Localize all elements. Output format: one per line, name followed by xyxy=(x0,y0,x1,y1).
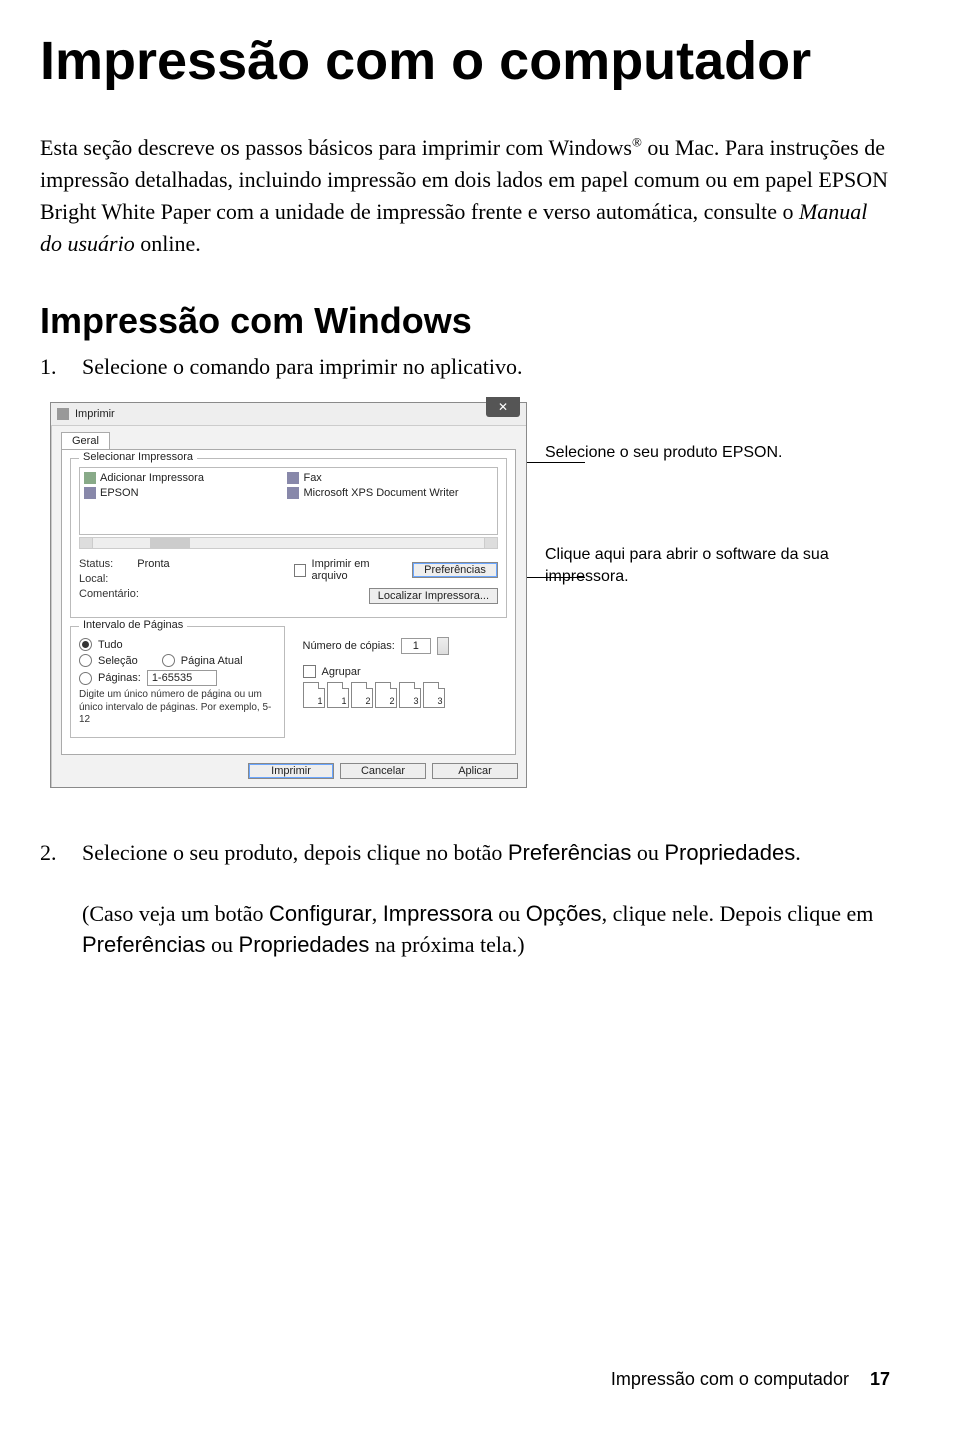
radio-pages-label: Páginas: xyxy=(98,672,141,684)
status-value: Pronta xyxy=(137,558,169,570)
printer-list-scrollbar[interactable] xyxy=(79,537,498,549)
registered-mark: ® xyxy=(632,135,642,150)
collate-page-icon: 1 xyxy=(327,682,349,708)
step-2-number: 2. xyxy=(40,838,62,961)
printer-icon xyxy=(84,487,96,499)
step-2-props: Propriedades xyxy=(664,840,795,865)
printer-epson-label: EPSON xyxy=(100,487,139,499)
step-2j: ou xyxy=(493,901,526,926)
add-printer-icon xyxy=(84,472,96,484)
pages-input[interactable]: 1-65535 xyxy=(147,670,217,686)
print-dialog: ✕ Imprimir Geral Selecionar Impressora A… xyxy=(50,402,527,788)
collate-page-icon: 2 xyxy=(375,682,397,708)
scroll-right-icon[interactable] xyxy=(484,538,497,548)
radio-current-label: Página Atual xyxy=(181,655,243,667)
collate-label: Agrupar xyxy=(322,666,361,678)
printer-icon xyxy=(57,408,69,420)
comment-label: Comentário: xyxy=(79,588,139,600)
page-number: 17 xyxy=(870,1369,890,1389)
copies-spinner[interactable] xyxy=(437,637,449,655)
radio-pages[interactable] xyxy=(79,672,92,685)
step-2-config: Configurar xyxy=(269,901,372,926)
collate-page-icon: 2 xyxy=(351,682,373,708)
page-footer: Impressão com o computador 17 xyxy=(611,1369,890,1390)
collate-num: 3 xyxy=(413,696,418,706)
radio-selection[interactable] xyxy=(79,654,92,667)
callout-open-software: Clique aqui para abrir o software da sua… xyxy=(545,544,890,587)
status-label: Status: xyxy=(79,558,113,570)
radio-selection-label: Seleção xyxy=(98,655,138,667)
pages-hint: Digite um único número de página ou um ú… xyxy=(79,689,276,727)
collate-checkbox[interactable] xyxy=(303,665,316,678)
printer-item-fax[interactable]: Fax xyxy=(287,472,487,484)
group-select-printer: Selecionar Impressora Adicionar Impresso… xyxy=(70,458,507,618)
printer-item-add[interactable]: Adicionar Impressora xyxy=(84,472,284,484)
print-button[interactable]: Imprimir xyxy=(248,763,334,779)
step-2l: , clique nele. Depois clique em xyxy=(602,901,874,926)
step-2-printer: Impressora xyxy=(383,901,493,926)
group-legend-printer: Selecionar Impressora xyxy=(79,451,197,463)
step-1-number: 1. xyxy=(40,352,62,383)
print-to-file-label: Imprimir em arquivo xyxy=(312,558,400,582)
step-2n: ou xyxy=(206,932,239,957)
step-2-props2: Propriedades xyxy=(239,932,370,957)
local-label: Local: xyxy=(79,573,108,585)
collate-num: 2 xyxy=(365,696,370,706)
collate-page-icon: 3 xyxy=(423,682,445,708)
close-icon[interactable]: ✕ xyxy=(486,397,520,417)
group-copies: Número de cópias: 1 Agrupar 1 1 xyxy=(295,626,508,738)
collate-num: 1 xyxy=(317,696,322,706)
tab-general[interactable]: Geral xyxy=(61,432,110,449)
preferences-button[interactable]: Preferências xyxy=(412,562,498,578)
step-2-options: Opções xyxy=(526,901,602,926)
printer-item-xps[interactable]: Microsoft XPS Document Writer xyxy=(287,487,487,499)
step-2a: Selecione o seu produto, depois clique n… xyxy=(82,840,508,865)
step-2c: ou xyxy=(631,840,664,865)
fax-icon xyxy=(287,472,299,484)
dialog-titlebar: Imprimir xyxy=(51,403,526,426)
find-printer-button[interactable]: Localizar Impressora... xyxy=(369,588,498,604)
intro-paragraph: Esta seção descreve os passos básicos pa… xyxy=(40,132,890,260)
step-1-text: Selecione o comando para imprimir no apl… xyxy=(82,352,522,383)
group-legend-range: Intervalo de Páginas xyxy=(79,619,187,631)
printer-add-label: Adicionar Impressora xyxy=(100,472,204,484)
collate-num: 1 xyxy=(341,696,346,706)
step-2h: , xyxy=(372,901,383,926)
cancel-button[interactable]: Cancelar xyxy=(340,763,426,779)
collate-page-icon: 1 xyxy=(303,682,325,708)
print-to-file-checkbox[interactable] xyxy=(294,564,306,577)
collate-num: 3 xyxy=(437,696,442,706)
radio-all[interactable] xyxy=(79,638,92,651)
radio-all-label: Tudo xyxy=(98,639,123,651)
step-1: 1. Selecione o comando para imprimir no … xyxy=(40,352,890,383)
section-heading: Impressão com Windows xyxy=(40,300,890,342)
printer-item-epson[interactable]: EPSON xyxy=(84,487,284,499)
step-2: 2. Selecione o seu produto, depois cliqu… xyxy=(40,838,890,961)
collate-page-icon: 3 xyxy=(399,682,421,708)
step-2f: (Caso veja um botão xyxy=(82,901,269,926)
step-2-prefs2: Preferências xyxy=(82,932,206,957)
step-2p: na próxima tela.) xyxy=(369,932,524,957)
scroll-thumb[interactable] xyxy=(150,538,190,548)
scroll-left-icon[interactable] xyxy=(80,538,93,548)
copies-input[interactable]: 1 xyxy=(401,638,431,654)
collate-preview: 1 1 2 2 3 3 xyxy=(303,682,500,708)
intro-text-d: online. xyxy=(135,231,201,256)
collate-num: 2 xyxy=(389,696,394,706)
printer-fax-label: Fax xyxy=(303,472,321,484)
printer-xps-label: Microsoft XPS Document Writer xyxy=(303,487,458,499)
intro-text-a: Esta seção descreve os passos básicos pa… xyxy=(40,135,632,160)
printer-list[interactable]: Adicionar Impressora EPSON Fax Microsoft… xyxy=(79,467,498,535)
group-page-range: Intervalo de Páginas Tudo Seleção Página… xyxy=(70,626,285,738)
dialog-title: Imprimir xyxy=(75,408,115,420)
step-2-prefs: Preferências xyxy=(508,840,632,865)
printer-icon xyxy=(287,487,299,499)
callout-select-product: Selecione o seu produto EPSON. xyxy=(545,442,890,464)
apply-button[interactable]: Aplicar xyxy=(432,763,518,779)
copies-label: Número de cópias: xyxy=(303,640,395,652)
footer-title: Impressão com o computador xyxy=(611,1369,849,1389)
radio-current-page[interactable] xyxy=(162,654,175,667)
step-2e: . xyxy=(795,840,801,865)
page-title: Impressão com o computador xyxy=(40,30,890,92)
